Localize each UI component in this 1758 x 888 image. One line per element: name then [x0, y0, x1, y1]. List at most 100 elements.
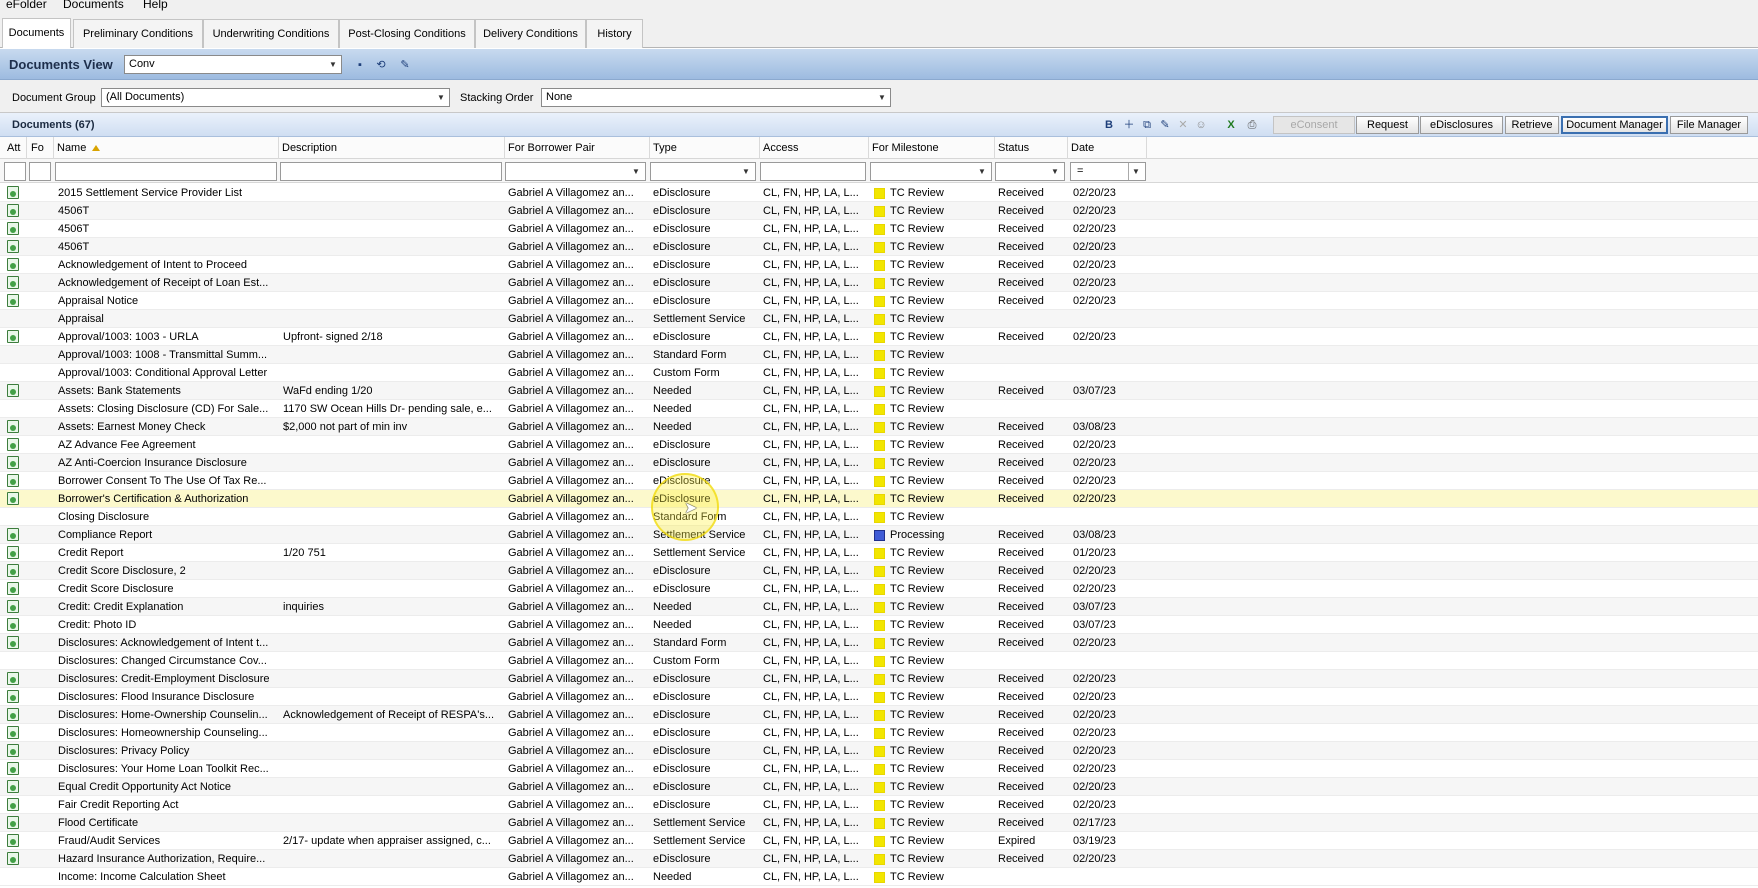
attachment-icon[interactable]	[7, 204, 19, 217]
tab-preliminary-conditions[interactable]: Preliminary Conditions	[73, 19, 203, 48]
table-row[interactable]: 2015 Settlement Service Provider List Gab…	[0, 184, 1758, 202]
attachment-icon[interactable]	[7, 744, 19, 757]
table-row[interactable]: Closing Disclosure Gabriel A Villagomez a…	[0, 508, 1758, 526]
table-row[interactable]: Fair Credit Reporting Act Gabriel A Villa…	[0, 796, 1758, 814]
table-row[interactable]: Appraisal Gabriel A Villagomez an... Settl…	[0, 310, 1758, 328]
document-group-select[interactable]: (All Documents) ▼	[101, 88, 450, 107]
table-row[interactable]: Flood Certificate Gabriel A Villagomez an…	[0, 814, 1758, 832]
table-row[interactable]: Disclosures: Changed Circumstance Cov...…	[0, 652, 1758, 670]
stacking-order-select[interactable]: None ▼	[541, 88, 891, 107]
attachment-icon[interactable]	[7, 672, 19, 685]
table-row[interactable]: Borrower Consent To The Use Of Tax Re...…	[0, 472, 1758, 490]
menu-help[interactable]: Help	[143, 0, 168, 11]
table-row[interactable]: AZ Anti-Coercion Insurance Disclosure Gab…	[0, 454, 1758, 472]
col-access[interactable]: Access	[760, 137, 869, 159]
table-row[interactable]: Assets: Bank Statements WaFd ending 1/20 G…	[0, 382, 1758, 400]
table-row[interactable]: Credit: Credit Explanation inquiries Gabri…	[0, 598, 1758, 616]
table-row[interactable]: 4506T Gabriel A Villagomez an... eDisclosu…	[0, 220, 1758, 238]
request-button[interactable]: Request	[1356, 116, 1419, 134]
document-manager-button[interactable]: Document Manager	[1561, 116, 1668, 134]
table-row[interactable]: AZ Advance Fee Agreement Gabriel A Villag…	[0, 436, 1758, 454]
attachment-icon[interactable]	[7, 420, 19, 433]
attachment-icon[interactable]	[7, 240, 19, 253]
attachment-icon[interactable]	[7, 618, 19, 631]
attachment-icon[interactable]	[7, 636, 19, 649]
table-row[interactable]: Credit: Photo ID Gabriel A Villagomez an.…	[0, 616, 1758, 634]
tab-history[interactable]: History	[586, 19, 643, 48]
attachment-icon[interactable]	[7, 564, 19, 577]
table-row[interactable]: Approval/1003: 1008 - Transmittal Summ..…	[0, 346, 1758, 364]
tab-post-closing-conditions[interactable]: Post-Closing Conditions	[339, 19, 475, 48]
filter-status[interactable]: ▼	[995, 162, 1065, 181]
table-row[interactable]: Disclosures: Credit-Employment Disclosur…	[0, 670, 1758, 688]
attachment-icon[interactable]	[7, 600, 19, 613]
table-row[interactable]: Credit Score Disclosure, 2 Gabriel A Vill…	[0, 562, 1758, 580]
new-document-icon[interactable]: ＋	[1122, 118, 1136, 132]
save-icon[interactable]: ▪	[353, 58, 367, 72]
table-row[interactable]: Disclosures: Homeownership Counseling...…	[0, 724, 1758, 742]
table-row[interactable]: Disclosures: Home-Ownership Counselin...…	[0, 706, 1758, 724]
attachment-icon[interactable]	[7, 852, 19, 865]
table-row[interactable]: 4506T Gabriel A Villagomez an... eDisclosu…	[0, 238, 1758, 256]
filter-type[interactable]: ▼	[650, 162, 756, 181]
menu-documents[interactable]: Documents	[63, 0, 124, 11]
col-fo[interactable]: Fo	[28, 137, 54, 159]
retrieve-button[interactable]: Retrieve	[1505, 116, 1559, 134]
table-row[interactable]: Approval/1003: 1003 - URLA Upfront- signe…	[0, 328, 1758, 346]
edisclosures-button[interactable]: eDisclosures	[1420, 116, 1503, 134]
attachment-icon[interactable]	[7, 708, 19, 721]
attachment-icon[interactable]	[7, 294, 19, 307]
attachment-icon[interactable]	[7, 492, 19, 505]
attachment-icon[interactable]	[7, 726, 19, 739]
attachment-icon[interactable]	[7, 582, 19, 595]
tab-delivery-conditions[interactable]: Delivery Conditions	[475, 19, 586, 48]
menu-efolder[interactable]: eFolder	[6, 0, 47, 11]
attachment-icon[interactable]	[7, 816, 19, 829]
table-row[interactable]: Credit Report 1/20 751 Gabriel A Villagome…	[0, 544, 1758, 562]
attachment-icon[interactable]	[7, 222, 19, 235]
tab-documents[interactable]: Documents	[2, 18, 71, 48]
edit-icon[interactable]: ✎	[1158, 118, 1172, 132]
view-select[interactable]: Conv ▼	[124, 55, 342, 74]
edit-icon[interactable]: ✎	[398, 58, 412, 72]
table-row[interactable]: Disclosures: Flood Insurance Disclosure G…	[0, 688, 1758, 706]
col-borrower-pair[interactable]: For Borrower Pair	[505, 137, 650, 159]
filter-milestone[interactable]: ▼	[870, 162, 992, 181]
table-row[interactable]: Hazard Insurance Authorization, Require.…	[0, 850, 1758, 868]
attachment-icon[interactable]	[7, 762, 19, 775]
attachment-icon[interactable]	[7, 258, 19, 271]
col-att[interactable]: Att	[4, 137, 27, 159]
file-manager-button[interactable]: File Manager	[1670, 116, 1748, 134]
reset-icon[interactable]: ⟲	[374, 58, 388, 72]
filter-access[interactable]	[760, 162, 866, 181]
col-milestone[interactable]: For Milestone	[869, 137, 995, 159]
attachment-icon[interactable]	[7, 546, 19, 559]
table-row[interactable]: Income: Income Calculation Sheet Gabriel …	[0, 868, 1758, 886]
filter-borrower-pair[interactable]: ▼	[505, 162, 646, 181]
table-row[interactable]: Appraisal Notice Gabriel A Villagomez an.…	[0, 292, 1758, 310]
attachment-icon[interactable]	[7, 528, 19, 541]
attachment-icon[interactable]	[7, 438, 19, 451]
col-description[interactable]: Description	[279, 137, 505, 159]
table-row[interactable]: Credit Score Disclosure Gabriel A Villago…	[0, 580, 1758, 598]
col-status[interactable]: Status	[995, 137, 1068, 159]
table-row[interactable]: Disclosures: Acknowledgement of Intent t…	[0, 634, 1758, 652]
table-row[interactable]: Borrower's Certification & Authorization…	[0, 490, 1758, 508]
tab-underwriting-conditions[interactable]: Underwriting Conditions	[203, 19, 339, 48]
copy-icon[interactable]: ⧉	[1140, 118, 1154, 132]
print-icon[interactable]: ⎙	[1245, 118, 1259, 132]
attachment-icon[interactable]	[7, 780, 19, 793]
table-row[interactable]: Acknowledgement of Intent to Proceed Gabr…	[0, 256, 1758, 274]
table-row[interactable]: Fraud/Audit Services 2/17- update when ap…	[0, 832, 1758, 850]
table-row[interactable]: Assets: Earnest Money Check $2,000 not pa…	[0, 418, 1758, 436]
filter-name[interactable]	[55, 162, 277, 181]
table-row[interactable]: Disclosures: Privacy Policy Gabriel A Vil…	[0, 742, 1758, 760]
attachment-icon[interactable]	[7, 474, 19, 487]
col-name[interactable]: Name	[54, 137, 279, 159]
attachment-icon[interactable]	[7, 456, 19, 469]
attachment-icon[interactable]	[7, 798, 19, 811]
table-row[interactable]: Assets: Closing Disclosure (CD) For Sale…	[0, 400, 1758, 418]
filter-description[interactable]	[280, 162, 502, 181]
filter-att[interactable]	[4, 162, 26, 181]
filter-date[interactable]: = ▼	[1070, 162, 1146, 181]
